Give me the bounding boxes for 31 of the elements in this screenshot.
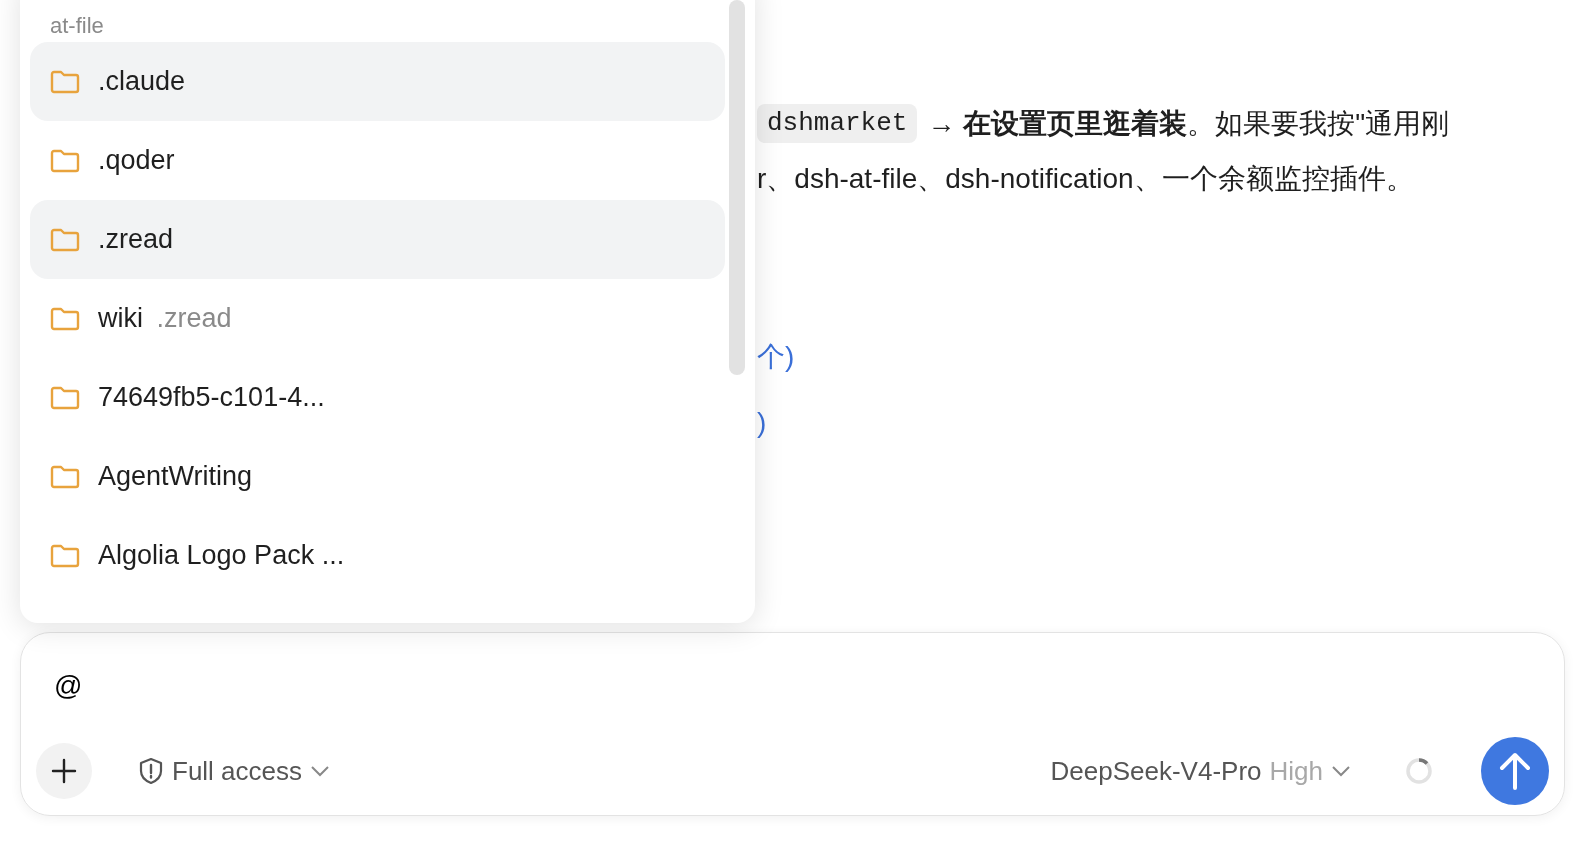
folder-icon [50,148,80,173]
folder-icon [50,227,80,252]
folder-item[interactable]: wiki .zread [30,279,725,358]
folder-item[interactable]: 74649fb5-c101-4... [30,358,725,437]
folder-item[interactable]: Algolia Logo Pack ... [30,516,725,595]
message-text: r、dsh-at-file、dsh-notification、一个余额监控插件。 [757,161,1414,196]
model-dropdown[interactable]: DeepSeek-V4-Pro High [1044,750,1357,792]
link[interactable]: 个) [757,336,795,378]
folder-icon [50,385,80,410]
add-button[interactable] [36,743,92,799]
loading-spinner-icon [1405,757,1433,785]
folder-icon [50,543,80,568]
folder-item[interactable]: .claude [30,42,725,121]
folder-item[interactable]: AgentWriting [30,437,725,516]
folder-icon [50,464,80,489]
scrollbar-thumb[interactable] [729,0,745,375]
inline-code: dshmarket [757,104,918,143]
shield-icon [138,757,164,785]
folder-icon [50,69,80,94]
chevron-icon [1331,765,1351,777]
folder-icon [50,306,80,331]
link[interactable]: ) [757,402,767,444]
menu-title: at-file [49,12,105,40]
message-input[interactable]: @ Full access DeepSeek-V4-Pro High [20,632,1565,816]
chevron-icon [310,765,331,777]
folder-item[interactable]: .zread [30,200,725,279]
access-dropdown[interactable]: Full access [132,750,337,792]
arrow-up-icon [1498,751,1532,791]
message-text: → 在设置页里逛着装。如果要我按"通用刚 [927,106,1450,141]
folder-item[interactable]: .qoder [30,121,725,200]
plus-icon [51,758,77,784]
